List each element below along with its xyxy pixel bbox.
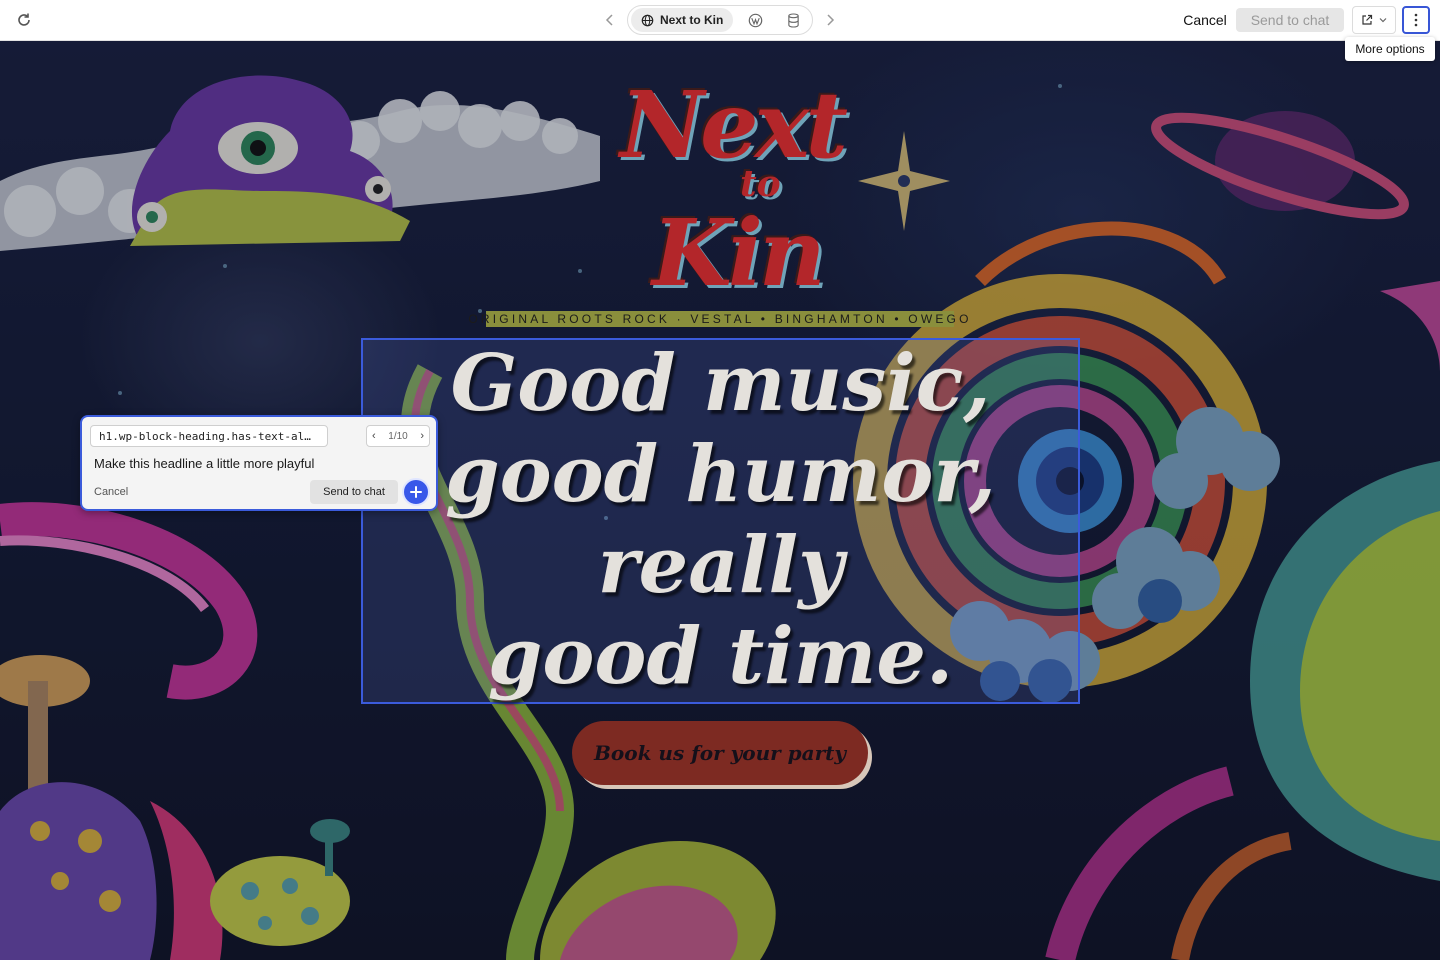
site-tab[interactable]: Next to Kin <box>631 8 733 32</box>
reload-icon[interactable] <box>12 8 36 32</box>
prompt-input[interactable]: Make this headline a little more playful <box>94 456 414 474</box>
headline-line: good humor, <box>445 429 996 520</box>
headline-line: really <box>597 520 844 611</box>
add-button[interactable] <box>402 478 430 506</box>
book-party-button[interactable]: Book us for your party <box>572 721 868 785</box>
send-to-chat-button[interactable]: Send to chat <box>1236 8 1344 32</box>
prompt-send-button[interactable]: Send to chat <box>310 480 398 504</box>
chevron-down-icon <box>1379 18 1387 23</box>
headline-line: Good music, <box>450 338 991 429</box>
vertical-dots-icon <box>1414 13 1418 27</box>
element-selector-chip[interactable]: h1.wp-block-heading.has-text-al… <box>90 425 328 447</box>
edit-prompt-popover: h1.wp-block-heading.has-text-al… ‹ 1/10 … <box>80 415 438 511</box>
chevron-right-icon[interactable] <box>820 8 840 32</box>
pager-count: 1/10 <box>388 430 408 442</box>
headline-line: good time. <box>487 611 954 702</box>
preview-toolbar: Next to Kin Cancel Send to chat <box>0 0 1440 41</box>
globe-icon <box>641 14 654 26</box>
cancel-button[interactable]: Cancel <box>1176 10 1234 30</box>
external-link-icon <box>1362 14 1373 25</box>
more-options-button[interactable] <box>1402 6 1430 34</box>
hero-headline[interactable]: Good music, good humor, really good time… <box>361 338 1080 702</box>
selection-pager: ‹ 1/10 › <box>366 425 430 447</box>
site-logo[interactable]: Next to Kin <box>600 51 848 307</box>
site-tagline: ORIGINAL ROOTS ROCK · VESTAL • BINGHAMTO… <box>468 311 972 327</box>
wordpress-icon[interactable] <box>744 9 766 31</box>
chevron-left-icon[interactable] <box>600 8 620 32</box>
view-switcher: Next to Kin <box>627 5 813 35</box>
plus-icon <box>410 486 422 498</box>
open-external-button[interactable] <box>1352 6 1396 34</box>
prompt-cancel-button[interactable]: Cancel <box>94 483 144 501</box>
site-tab-label: Next to Kin <box>660 13 724 27</box>
chevron-right-icon[interactable]: › <box>420 430 424 442</box>
more-options-tooltip: More options <box>1345 37 1435 61</box>
database-icon[interactable] <box>782 9 804 31</box>
chevron-left-icon[interactable]: ‹ <box>372 430 376 442</box>
